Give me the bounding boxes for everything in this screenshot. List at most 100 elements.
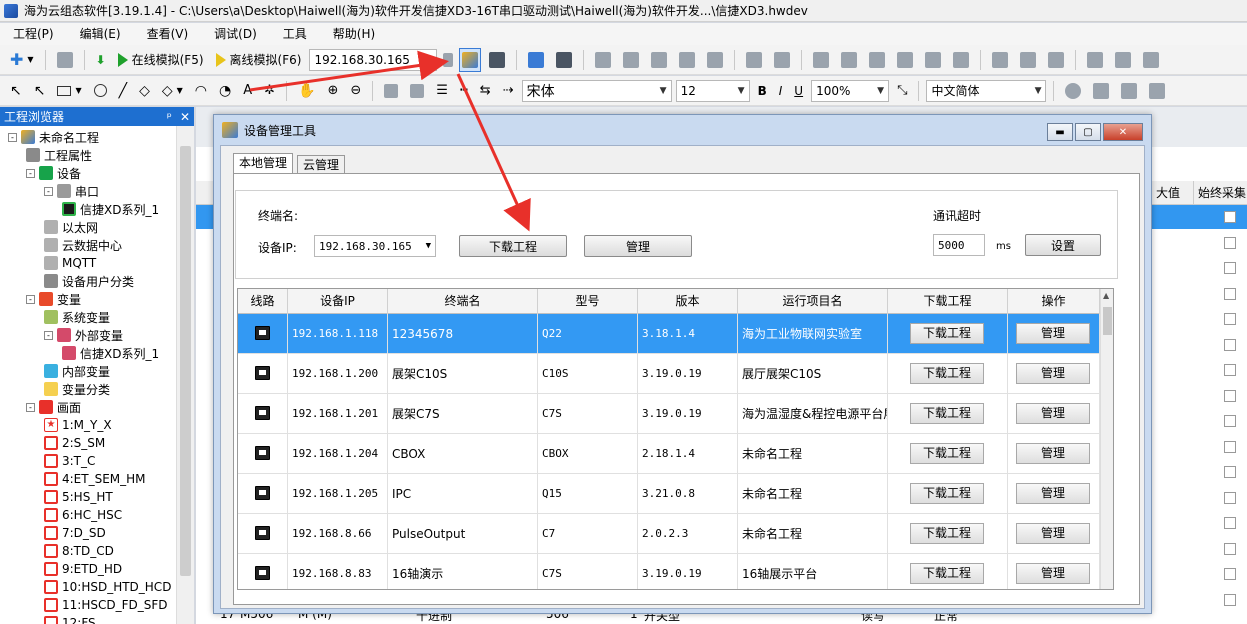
same-height-button[interactable]: [1016, 49, 1040, 71]
align-left-button[interactable]: [809, 49, 833, 71]
row-download-button[interactable]: 下载工程: [910, 443, 984, 464]
undo-button[interactable]: [591, 49, 615, 71]
pie-tool[interactable]: ◔: [215, 80, 235, 102]
tree-node[interactable]: 7:D_SD: [44, 524, 106, 542]
always-collect-checkbox[interactable]: [1224, 313, 1236, 325]
row-download-button[interactable]: 下载工程: [910, 483, 984, 504]
text-tool[interactable]: A: [239, 80, 256, 102]
close-button[interactable]: ✕: [1103, 123, 1143, 141]
layer-button-2[interactable]: [1089, 80, 1113, 102]
always-collect-checkbox[interactable]: [1224, 338, 1236, 351]
font-name-combo[interactable]: 宋体 ▼: [521, 79, 672, 102]
screen-button[interactable]: [524, 49, 548, 71]
arc-tool[interactable]: ◠: [191, 80, 211, 102]
arrow-style-tool[interactable]: ⇆: [476, 80, 495, 102]
scroll-thumb[interactable]: [180, 146, 191, 576]
device-manager-button[interactable]: [459, 47, 482, 72]
row-manage-button[interactable]: 管理: [1016, 323, 1090, 344]
row-download-button[interactable]: 下载工程: [910, 403, 984, 424]
tree-node[interactable]: 2:S_SM: [44, 434, 105, 452]
tree-node[interactable]: 信捷XD系列_1: [62, 344, 159, 362]
tree-node[interactable]: - 外部变量: [44, 326, 123, 344]
menu-edit[interactable]: 编辑(E): [67, 23, 134, 45]
ip-combo[interactable]: 192.168.30.165 ▼: [309, 48, 438, 71]
row-download-button[interactable]: 下载工程: [910, 323, 984, 344]
always-collect-checkbox[interactable]: [1224, 593, 1236, 606]
group-button[interactable]: [742, 49, 766, 71]
tree-node[interactable]: 工程属性: [26, 146, 92, 164]
refresh-button[interactable]: [441, 49, 455, 71]
align-center-button[interactable]: [865, 49, 889, 71]
tab-local-manage[interactable]: 本地管理: [233, 153, 294, 174]
tree-node[interactable]: 系统变量: [44, 308, 110, 326]
save-button[interactable]: [53, 49, 77, 71]
close-icon[interactable]: ✕: [180, 110, 190, 124]
collapse-toggle-icon[interactable]: -: [26, 402, 35, 412]
zoom-fit-button[interactable]: ⤡: [893, 80, 911, 102]
table-row[interactable]: 192.168.1.201 展架C7S C7S 3.19.0.19 海为温湿度&程控电源…: [238, 394, 1100, 434]
line-color-tool[interactable]: [406, 80, 428, 102]
paste-button[interactable]: [703, 49, 727, 71]
fill-color-tool[interactable]: [380, 80, 402, 102]
layer-button-1[interactable]: [1061, 80, 1085, 102]
underline-button[interactable]: U: [790, 80, 807, 102]
tree-node[interactable]: - 未命名工程: [8, 128, 99, 146]
pointer-tool[interactable]: ↖: [6, 80, 26, 102]
italic-button[interactable]: I: [775, 80, 787, 102]
row-download-button[interactable]: 下载工程: [910, 523, 984, 544]
collapse-toggle-icon[interactable]: -: [44, 186, 53, 196]
tree-node[interactable]: 3:T_C: [44, 452, 95, 470]
collapse-toggle-icon[interactable]: -: [44, 330, 53, 340]
collapse-toggle-icon[interactable]: -: [26, 168, 35, 178]
browser-scrollbar[interactable]: [176, 126, 194, 624]
tree-node[interactable]: MQTT: [44, 254, 96, 272]
scroll-up-icon[interactable]: ▲: [1103, 291, 1109, 300]
polyline-tool[interactable]: ◇ ▼: [158, 80, 187, 102]
rect-tool[interactable]: ▼: [53, 80, 85, 102]
align-middle-button[interactable]: [921, 49, 945, 71]
menu-view[interactable]: 查看(V): [134, 23, 202, 45]
manage-button[interactable]: 管理: [584, 235, 692, 257]
device-ip-combo[interactable]: 192.168.30.165 ▼: [314, 235, 436, 257]
tree-node[interactable]: 6:HC_HSC: [44, 506, 122, 524]
collapse-toggle-icon[interactable]: -: [8, 132, 17, 142]
row-manage-button[interactable]: 管理: [1016, 443, 1090, 464]
tree-node[interactable]: - 串口: [44, 182, 99, 200]
scroll-thumb[interactable]: [1103, 307, 1112, 335]
align-bottom-button[interactable]: [949, 49, 973, 71]
add-button[interactable]: ✚ ▼: [6, 49, 38, 71]
always-collect-checkbox[interactable]: [1224, 517, 1236, 529]
always-collect-checkbox[interactable]: [1224, 542, 1236, 555]
tree-node[interactable]: 4:ET_SEM_HM: [44, 470, 146, 488]
cut-button[interactable]: [647, 49, 671, 71]
tree-node[interactable]: 10:HSD_HTD_HCD: [44, 578, 171, 596]
star-tool[interactable]: ✲: [260, 80, 279, 102]
tree-node[interactable]: 设备用户分类: [44, 272, 134, 290]
grid-scrollbar[interactable]: ▲: [1100, 289, 1113, 589]
tree-node[interactable]: 9:ETD_HD: [44, 560, 122, 578]
pan-tool[interactable]: ✋: [294, 80, 319, 102]
layer-button-3[interactable]: [1117, 80, 1141, 102]
zoom-combo[interactable]: 100% ▼: [811, 79, 890, 102]
row-download-button[interactable]: 下载工程: [910, 563, 984, 584]
minimize-button[interactable]: ▬: [1047, 123, 1073, 141]
redo-button[interactable]: [619, 49, 643, 71]
line-width-tool[interactable]: ☰: [432, 80, 452, 102]
online-sim-button[interactable]: 在线模拟(F5): [114, 49, 208, 71]
row-manage-button[interactable]: 管理: [1016, 403, 1090, 424]
table-row[interactable]: 192.168.8.83 16轴演示 C7S 3.19.0.19 16轴展示平台 下载工程…: [238, 554, 1100, 589]
table-row[interactable]: 192.168.1.118 12345678 Q22 3.18.1.4 海为工业物联网实…: [238, 314, 1100, 354]
download-project-button[interactable]: 下载工程: [459, 235, 567, 257]
tree-node[interactable]: - 画面: [26, 398, 81, 416]
tree-node[interactable]: 5:HS_HT: [44, 488, 113, 506]
tab-cloud-manage[interactable]: 云管理: [297, 155, 346, 175]
polygon-tool[interactable]: ◇: [135, 80, 154, 102]
tree-node[interactable]: 信捷XD系列_1: [62, 200, 159, 218]
always-collect-checkbox[interactable]: [1224, 491, 1236, 504]
same-width-button[interactable]: [988, 49, 1012, 71]
copy-button[interactable]: [675, 49, 699, 71]
always-collect-checkbox[interactable]: [1224, 415, 1236, 427]
tree-node[interactable]: 8:TD_CD: [44, 542, 114, 560]
arrow-end-tool[interactable]: ⇢: [499, 80, 518, 102]
tree-node[interactable]: 12:FS: [44, 614, 96, 624]
